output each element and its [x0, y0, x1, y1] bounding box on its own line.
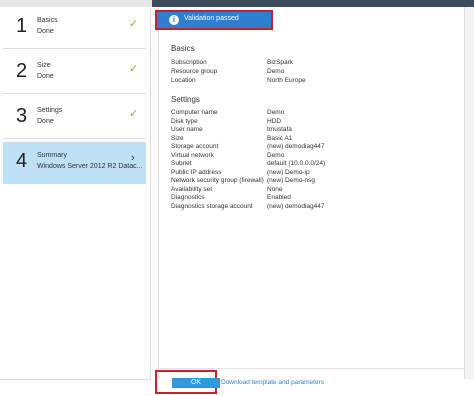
row-key: Subscription — [171, 59, 207, 66]
step-title: Basics — [37, 17, 58, 24]
row-key: Diagnostics — [171, 194, 205, 201]
row-key: Virtual network — [171, 151, 214, 159]
row-value: (new) Demo-ip — [267, 168, 310, 176]
step-status: Done — [37, 118, 54, 125]
info-icon: i — [169, 15, 179, 25]
step-title: Settings — [37, 107, 63, 114]
step-number: 1 — [16, 15, 28, 37]
row-value: HDD — [267, 117, 282, 125]
row-key: Public IP address — [171, 168, 222, 176]
step-status: Done — [37, 28, 54, 35]
row-key: Storage account — [171, 143, 219, 150]
row-key: Location — [171, 77, 196, 84]
row-key: Subnet — [171, 160, 192, 167]
checkmark-icon: ✓ — [129, 18, 139, 30]
step-number: 2 — [16, 60, 28, 82]
step-title: Summary — [37, 152, 67, 159]
footer-divider — [158, 368, 464, 369]
ok-button[interactable]: OK — [172, 378, 220, 388]
download-template-link[interactable]: Download template and parameters — [221, 379, 324, 386]
row-value: None — [267, 185, 283, 193]
row-value: (new) Demo-nsg — [267, 177, 316, 184]
step-status: Windows Server 2012 R2 Datac... — [37, 163, 143, 170]
step-settings[interactable]: 3 Settings Done ✓ — [3, 97, 146, 139]
row-key: Diagnostics storage account — [171, 202, 253, 210]
step-status: Done — [37, 73, 54, 80]
validation-banner: i Validation passed — [155, 10, 273, 30]
row-key: Size — [171, 134, 184, 142]
basics-heading: Basics — [171, 44, 195, 53]
row-value: (new) demodiag447 — [267, 143, 325, 150]
row-key: User name — [171, 126, 203, 133]
row-key: Network security group (firewall) — [171, 177, 264, 184]
settings-heading: Settings — [171, 95, 200, 104]
step-number: 4 — [16, 150, 28, 172]
wizard-steps: 1 Basics Done ✓ 2 Size Done ✓ 3 Settings… — [0, 7, 151, 379]
step-size[interactable]: 2 Size Done ✓ — [3, 52, 146, 94]
top-bar-left — [0, 0, 152, 7]
row-value: tmustafa — [267, 126, 292, 133]
panel-scrollbar[interactable] — [464, 7, 474, 379]
step-summary[interactable]: 4 Summary Windows Server 2012 R2 Datac..… — [3, 142, 146, 184]
steps-bottom-divider — [0, 379, 151, 380]
chevron-right-icon: › — [131, 152, 135, 164]
row-value: Demo — [267, 68, 285, 75]
checkmark-icon: ✓ — [129, 63, 139, 75]
row-key: Disk type — [171, 117, 198, 125]
step-basics[interactable]: 1 Basics Done ✓ — [3, 7, 146, 49]
checkmark-icon: ✓ — [129, 108, 139, 120]
row-key: Availability set — [171, 185, 213, 193]
row-value: Demo — [267, 151, 285, 159]
row-value: Basic A1 — [267, 134, 293, 142]
row-key: Resource group — [171, 68, 218, 75]
row-value: North Europe — [267, 77, 306, 84]
step-number: 3 — [16, 105, 28, 127]
row-key: Computer name — [171, 109, 218, 116]
row-value: Demo — [267, 109, 285, 116]
banner-text: Validation passed — [184, 15, 239, 22]
row-value: BizSpark — [267, 59, 294, 66]
row-value: Enabled — [267, 194, 291, 201]
row-value: default (10.0.0.0/24) — [267, 160, 326, 167]
row-value: (new) demodiag447 — [267, 202, 325, 210]
step-title: Size — [37, 62, 51, 69]
